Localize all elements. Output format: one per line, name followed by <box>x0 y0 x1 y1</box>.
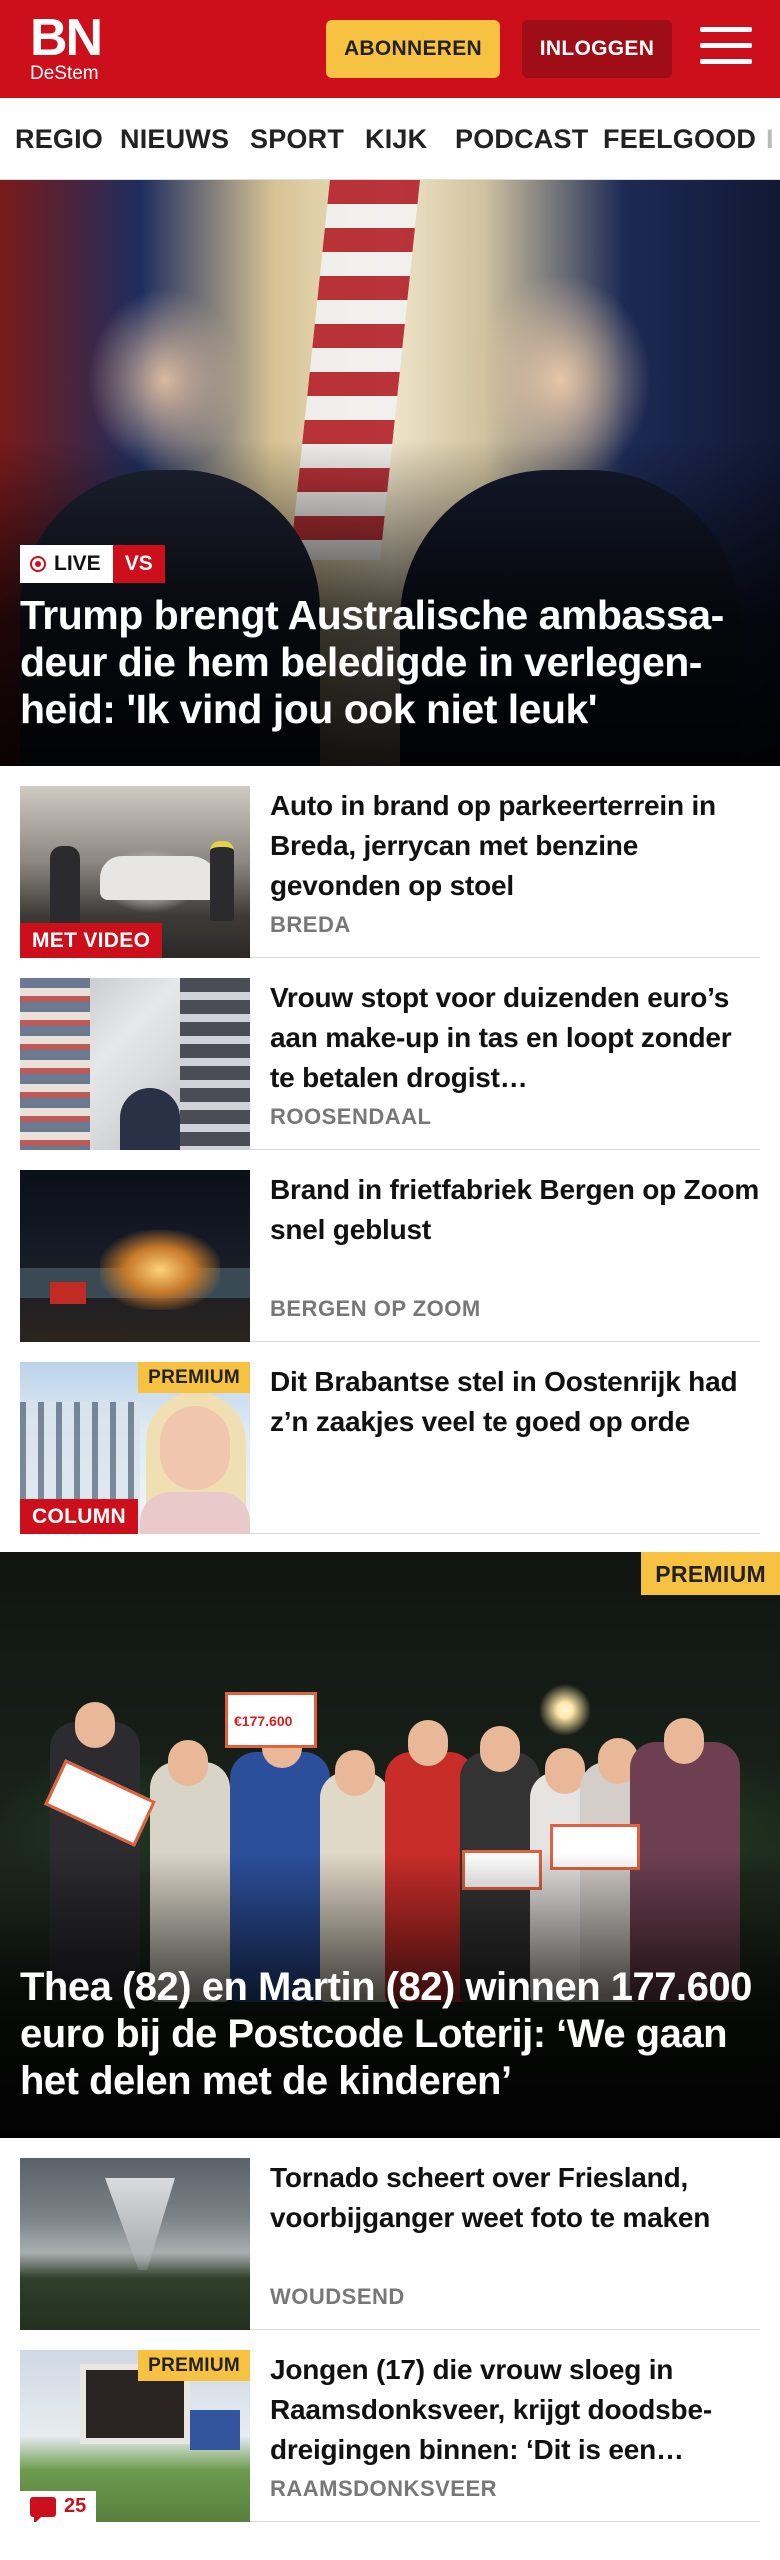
feature-photo-head <box>408 1720 448 1766</box>
feature-photo-head <box>480 1726 520 1772</box>
article-location: ROOSENDAAL <box>270 1104 432 1129</box>
list-item[interactable]: Vrouw stopt voor duizenden euro’s aan ma… <box>20 958 760 1150</box>
hero-tag: VS <box>112 545 165 583</box>
article-location: RAAMSDONKSVEER <box>270 2476 498 2501</box>
nav-item-more[interactable]: I <box>766 124 774 155</box>
nav-item-kijk[interactable]: KIJK <box>365 124 427 155</box>
article-thumbnail <box>20 1170 250 1342</box>
menu-icon-bar <box>700 59 752 64</box>
thumb-firefighter <box>210 841 234 921</box>
feature-photo-head <box>664 1718 704 1764</box>
comment-count-badge[interactable]: 25 <box>20 2491 97 2522</box>
live-badge: LIVE VS <box>20 545 165 583</box>
article-thumbnail <box>20 2158 250 2330</box>
thumb-tornado <box>105 2178 175 2270</box>
site-logo[interactable]: BN DeStem <box>30 9 103 84</box>
column-badge: COLUMN <box>20 1499 138 1534</box>
feature-photo-head <box>168 1740 208 1786</box>
login-button[interactable]: INLOGGEN <box>522 20 672 78</box>
nav-item-podcast[interactable]: PODCAST <box>455 124 588 155</box>
thumb-firefighter <box>50 846 80 926</box>
article-title[interactable]: Vrouw stopt voor duizenden euro’s aan ma… <box>270 978 760 1098</box>
article-title[interactable]: Jongen (17) die vrouw sloeg in Raamsdonk… <box>270 2350 760 2470</box>
cheque-amount: €177.600 <box>234 1713 293 1729</box>
list-item[interactable]: PREMIUM COLUMN Dit Brabantse stel in Oos… <box>20 1342 760 1534</box>
menu-icon-bar <box>700 43 752 48</box>
feature-article[interactable]: €177.600 PREMIUM Thea (82) en Martin (82… <box>0 1552 780 2138</box>
comment-count: 25 <box>64 2495 87 2517</box>
thumb-car <box>100 856 220 900</box>
menu-icon-bar <box>700 27 752 32</box>
thumb-shelf <box>180 978 250 1150</box>
nav-item-sport[interactable]: SPORT <box>250 124 344 155</box>
article-location: WOUDSEND <box>270 2284 405 2309</box>
article-thumbnail: MET VIDEO <box>20 786 250 958</box>
feature-photo-head <box>545 1748 585 1794</box>
thumb-shelf <box>20 978 90 1150</box>
live-dot-icon <box>30 556 46 572</box>
live-label-box: LIVE <box>20 545 113 583</box>
feature-photo-head <box>75 1702 115 1748</box>
live-label: LIVE <box>54 552 101 575</box>
thumb-body <box>140 1492 250 1534</box>
list-item[interactable]: Tornado scheert over Friesland, voorbijg… <box>20 2138 760 2330</box>
hero-article[interactable]: LIVE VS Trump brengt Australische ambass… <box>0 180 780 766</box>
article-thumbnail: PREMIUM 25 <box>20 2350 250 2522</box>
feature-photo-head <box>335 1750 375 1796</box>
hero-title[interactable]: Trump brengt Australische ambassa-deur d… <box>20 592 760 733</box>
premium-badge: PREMIUM <box>138 1362 250 1393</box>
thumb-fire-truck <box>50 1282 86 1304</box>
article-title[interactable]: Auto in brand op parkeerterrein in Breda… <box>270 786 760 906</box>
logo-main: BN <box>30 9 103 67</box>
video-badge: MET VIDEO <box>20 923 163 958</box>
thumb-sign <box>190 2410 240 2450</box>
premium-badge: PREMIUM <box>138 2350 250 2381</box>
comment-icon <box>30 2496 56 2522</box>
top-bar: BN DeStem ABONNEREN INLOGGEN <box>0 0 780 98</box>
section-nav: REGIO NIEUWS SPORT KIJK PODCAST FEELGOOD… <box>0 98 780 180</box>
nav-item-nieuws[interactable]: NIEUWS <box>120 124 229 155</box>
nav-item-regio[interactable]: REGIO <box>15 124 103 155</box>
article-thumbnail <box>20 978 250 1150</box>
premium-badge: PREMIUM <box>641 1552 780 1595</box>
list-item[interactable]: MET VIDEO Auto in brand op parkeerterrei… <box>20 766 760 958</box>
feature-title[interactable]: Thea (82) en Martin (82) winnen 177.600 … <box>20 1964 770 2105</box>
thumb-face <box>160 1406 230 1490</box>
logo-sub: DeStem <box>30 63 99 84</box>
article-title[interactable]: Brand in frietfabriek Bergen op Zoom sne… <box>270 1170 760 1250</box>
list-item[interactable]: Brand in frietfabriek Bergen op Zoom sne… <box>20 1150 760 1342</box>
nav-item-feelgood[interactable]: FEELGOOD <box>603 124 756 155</box>
feature-photo-cheque: €177.600 <box>225 1692 317 1748</box>
article-location: BERGEN OP ZOOM <box>270 1296 481 1321</box>
subscribe-button[interactable]: ABONNEREN <box>326 20 500 78</box>
article-title[interactable]: Dit Brabantse stel in Oostenrijk had z’n… <box>270 1362 760 1442</box>
article-location: BREDA <box>270 912 351 937</box>
article-thumbnail: PREMIUM COLUMN <box>20 1362 250 1534</box>
article-title[interactable]: Tornado scheert over Friesland, voorbijg… <box>270 2158 760 2238</box>
thumb-person <box>120 1088 180 1150</box>
thumb-fire-glow <box>100 1230 220 1310</box>
menu-icon[interactable] <box>700 27 752 71</box>
list-item[interactable]: PREMIUM 25 Jongen (17) die vrouw sloeg i… <box>20 2330 760 2522</box>
